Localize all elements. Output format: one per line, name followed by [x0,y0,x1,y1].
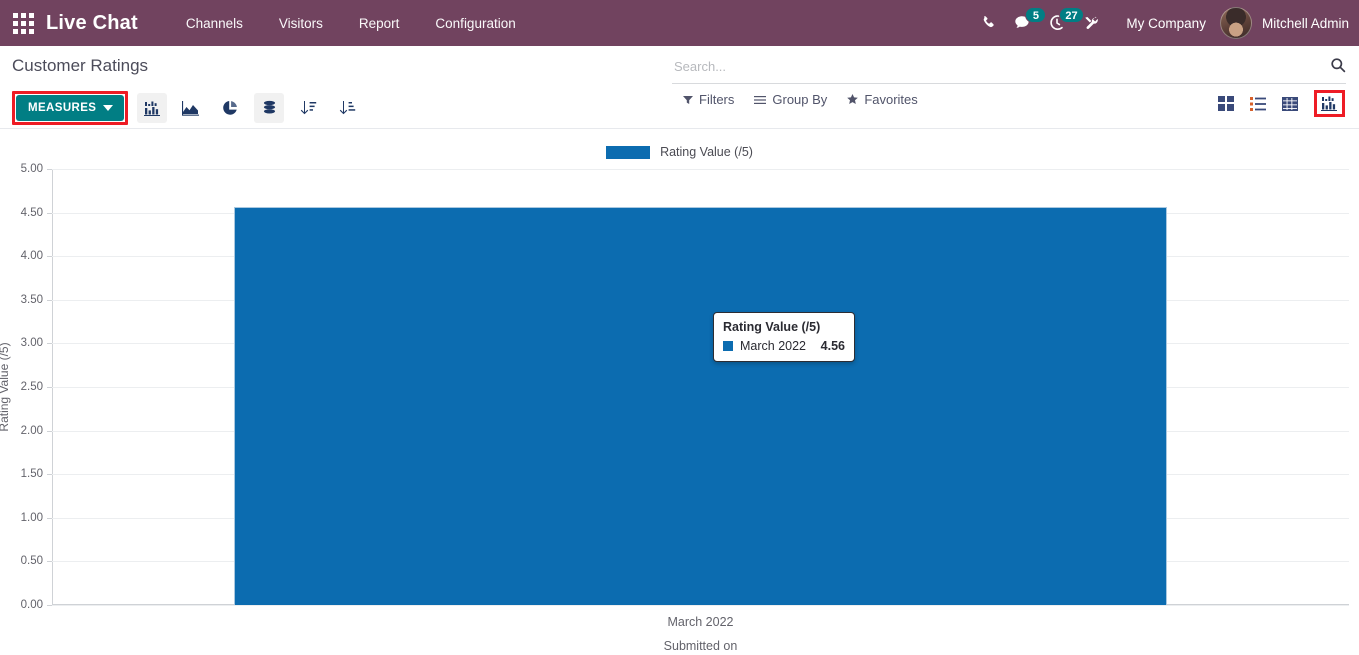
legend-label: Rating Value (/5) [660,145,753,159]
y-tick-mark [47,430,52,432]
y-tick-label: 4.50 [20,206,43,219]
chart-legend: Rating Value (/5) [0,145,1359,159]
favorites-label: Favorites [864,92,918,107]
favorites-dropdown[interactable]: Favorites [847,92,918,107]
graph-view: Rating Value (/5) 0.00 0.50 1.00 1.50 2.00 2.… [0,129,1359,655]
activities-clock-icon[interactable]: 27 [1040,0,1084,46]
control-panel: Customer Ratings MEASURES Search... Filt… [0,46,1359,129]
filters-dropdown[interactable]: Filters [683,92,734,107]
gridline [52,169,1349,170]
y-tick-mark [47,517,52,519]
y-tick-mark [47,212,52,214]
pie-chart-button[interactable] [215,93,245,123]
y-axis-label: Rating Value (/5) [0,342,11,432]
page-title: Customer Ratings [12,56,149,75]
debug-tools-icon[interactable] [1074,0,1108,46]
search-input[interactable] [672,59,1330,78]
tooltip-swatch [723,341,733,351]
y-tick-mark [47,256,52,258]
menu-item-report[interactable]: Report [341,10,418,37]
search-icon[interactable] [1330,57,1346,81]
user-name-label: Mitchell Admin [1261,15,1349,31]
line-area-chart-button[interactable] [176,93,206,123]
sort-ascending-button[interactable] [332,93,362,123]
apps-grid-icon[interactable] [8,12,38,34]
graph-view-button[interactable] [1321,96,1338,111]
legend-swatch [606,145,651,159]
gridline [52,605,1349,606]
chart-tooltip: Rating Value (/5) March 2022 4.56 [713,312,855,362]
group-by-icon [754,95,767,104]
y-tick-label: 3.50 [20,293,43,306]
y-tick-label: 5.00 [20,163,43,175]
tooltip-title: Rating Value (/5) [723,320,821,334]
measures-button[interactable]: MEASURES [16,95,125,121]
y-tick-label: 0.00 [20,599,43,611]
x-axis-label: Submitted on [663,639,738,653]
avatar [1219,7,1252,39]
filters-label: Filters [699,92,735,107]
group-by-label: Group By [772,92,828,107]
navbar-systray: 5 27 My Company Mitchell Admin [972,0,1359,46]
chart-plot-area: 0.00 0.50 1.00 1.50 2.00 2.50 3.00 3.50 4.00 4.50… [0,163,1349,653]
view-switcher [1218,90,1345,117]
top-navbar: Live Chat Channels Visitors Report Confi… [0,0,1359,46]
graph-toolbar: MEASURES [12,91,362,125]
tooltip-key: March 2022 [740,339,807,353]
phone-icon[interactable] [972,0,1006,46]
y-tick-label: 1.50 [20,468,43,481]
measures-highlight-box: MEASURES [12,91,129,125]
y-tick-label: 0.50 [20,555,43,568]
y-tick-mark [47,387,52,388]
x-tick-label: March 2022 [667,615,734,629]
chevron-down-icon [103,105,114,111]
menu-item-configuration[interactable]: Configuration [417,10,533,37]
stacked-button[interactable] [254,93,285,123]
messages-icon[interactable]: 5 [1006,0,1047,46]
y-tick-mark [47,474,52,476]
y-tick-label: 2.50 [20,381,43,393]
tooltip-row: March 2022 4.56 [723,339,845,353]
y-tick-mark [47,343,52,345]
search-facets: Filters Group By Favorites [683,92,918,107]
bar-chart-button[interactable] [137,93,168,123]
company-switcher[interactable]: My Company [1126,16,1206,31]
y-tick-mark [47,605,52,606]
y-tick-label: 2.00 [20,424,43,437]
y-tick-mark [47,561,52,563]
y-tick-mark [47,169,52,170]
tooltip-value: 4.56 [820,339,845,353]
user-menu[interactable]: Mitchell Admin [1219,7,1349,39]
graph-view-highlight-box [1314,90,1345,117]
y-tick-label: 1.00 [20,511,43,524]
pivot-view-button[interactable] [1282,96,1298,111]
menu-item-visitors[interactable]: Visitors [261,10,341,37]
chart-bar[interactable] [233,207,1168,605]
star-icon [847,94,859,104]
measures-button-label: MEASURES [28,102,97,114]
kanban-view-button[interactable] [1218,96,1234,111]
y-tick-label: 3.00 [20,337,43,350]
menu-item-channels[interactable]: Channels [168,10,261,37]
y-tick-label: 4.00 [20,250,43,263]
search-bar[interactable] [672,54,1346,84]
y-tick-mark [47,299,52,301]
filter-icon [683,95,693,104]
list-view-button[interactable] [1250,96,1266,111]
app-brand-title[interactable]: Live Chat [46,12,138,35]
main-menu: Channels Visitors Report Configuration [168,10,534,37]
sort-descending-button[interactable] [293,93,323,123]
group-by-dropdown[interactable]: Group By [754,92,827,107]
